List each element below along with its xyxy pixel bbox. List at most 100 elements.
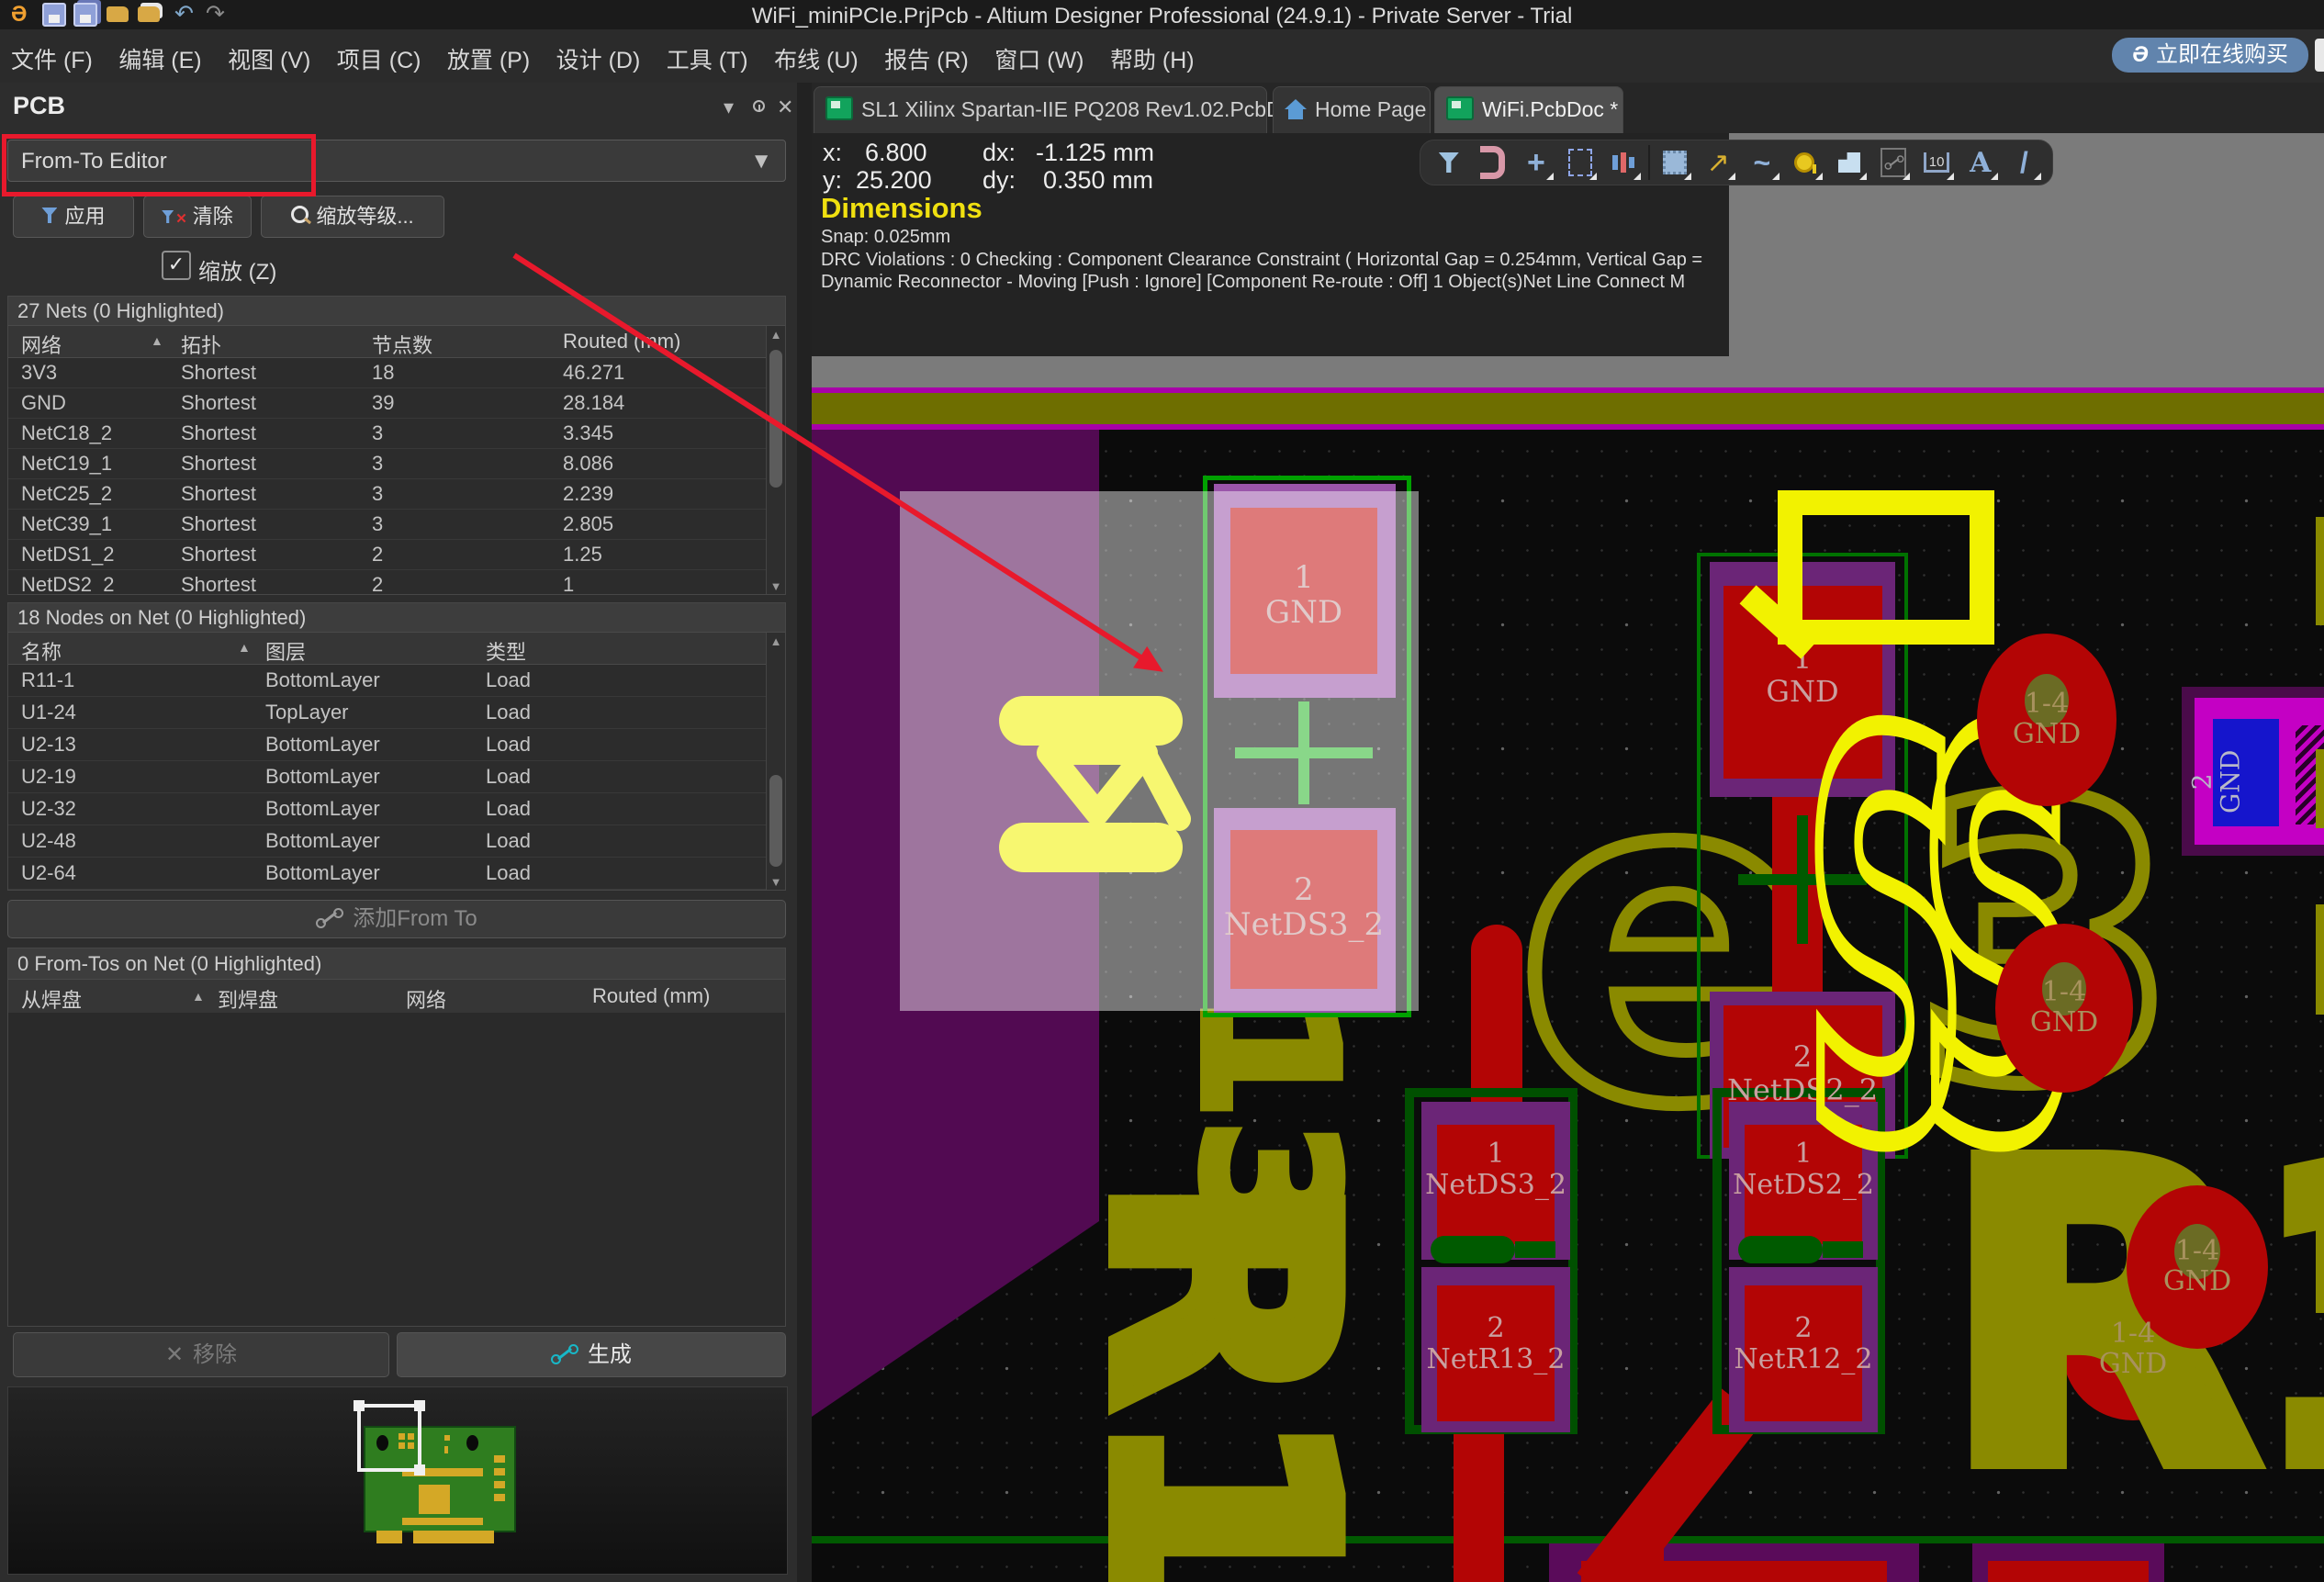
menu-design[interactable]: 设计 (D) xyxy=(556,42,641,75)
r13-pad1-label: 1NetDS3_2 xyxy=(1376,1139,1615,1200)
r13-body xyxy=(1431,1236,1515,1263)
route-tool-icon[interactable]: ↗ xyxy=(1699,143,1737,182)
net-row[interactable]: NetC39_1Shortest32.805 xyxy=(8,509,785,540)
nodes-table: 18 Nodes on Net (0 Highlighted) 名称 ▲ 图层 … xyxy=(7,602,786,891)
active-bar-toolbar: + ↗ ~ 10 A / xyxy=(1420,140,2053,185)
panel-dropdown-icon[interactable]: ▾ xyxy=(724,95,734,119)
col-net[interactable]: 网络 xyxy=(406,984,446,1014)
pcb-canvas[interactable]: 1GND 2NetDS3_2 1GND xyxy=(812,430,2324,1582)
menu-window[interactable]: 窗口 (W) xyxy=(994,42,1083,75)
drag-overlay xyxy=(900,491,1419,1011)
polygon-pour-icon[interactable] xyxy=(1830,143,1869,182)
fromto-tool-icon[interactable] xyxy=(1874,143,1913,182)
net-row[interactable]: NetC19_1Shortest38.086 xyxy=(8,448,785,479)
zoom-level-button[interactable]: 缩放等级... xyxy=(261,196,444,238)
generate-button[interactable]: 生成 xyxy=(397,1332,786,1377)
net-row[interactable]: GNDShortest3928.184 xyxy=(8,387,785,419)
menu-place[interactable]: 放置 (P) xyxy=(447,42,530,75)
node-row[interactable]: U2-19BottomLayerLoad xyxy=(8,760,785,793)
node-row[interactable]: U2-48BottomLayerLoad xyxy=(8,825,785,858)
select-area-icon[interactable] xyxy=(1561,143,1600,182)
copper-trace[interactable] xyxy=(1613,1532,1664,1582)
move-tool-icon[interactable]: + xyxy=(1517,143,1555,182)
dimension-tool-icon[interactable]: 10 xyxy=(1917,143,1956,182)
apply-button[interactable]: 应用 xyxy=(13,196,134,238)
node-row[interactable]: U1-24TopLayerLoad xyxy=(8,696,785,729)
node-row[interactable]: R11-1BottomLayerLoad xyxy=(8,664,785,697)
menu-tools[interactable]: 工具 (T) xyxy=(667,42,748,75)
filter-tool-icon[interactable] xyxy=(1430,143,1468,182)
silkscreen-edge-bar xyxy=(2316,517,2324,625)
menu-help[interactable]: 帮助 (H) xyxy=(1110,42,1195,75)
tab-wifi-pcbdoc-active[interactable]: WiFi.PcbDoc * xyxy=(1434,86,1623,133)
node-row[interactable]: U2-13BottomLayerLoad xyxy=(8,728,785,761)
r12-pad2-label: 2NetR12_2 xyxy=(1684,1313,1923,1374)
col-from-pad[interactable]: 从焊盘 xyxy=(21,984,82,1014)
text-tool-icon[interactable]: A xyxy=(1961,143,2000,182)
altium-designer-window: Ə ↶ ↷ WiFi_miniPCIe.PrjPcb - Altium Desi… xyxy=(0,0,2324,1582)
menu-project[interactable]: 项目 (C) xyxy=(337,42,421,75)
pcbdoc-icon xyxy=(825,96,853,120)
nets-table-title: 27 Nets (0 Highlighted) xyxy=(8,297,785,326)
node-row[interactable]: U2-64BottomLayerLoad xyxy=(8,857,785,890)
col-name[interactable]: 名称 xyxy=(21,636,62,666)
col-topology[interactable]: 拓扑 xyxy=(181,330,221,359)
generate-link-icon xyxy=(551,1344,578,1364)
fromtos-table: 0 From-Tos on Net (0 Highlighted) 从焊盘 ▲ … xyxy=(7,948,786,1327)
y-value: 25.200 xyxy=(856,166,932,195)
title-bar: Ə ↶ ↷ WiFi_miniPCIe.PrjPcb - Altium Desi… xyxy=(0,0,2324,29)
panel-splitter[interactable] xyxy=(797,83,812,1582)
dynamic-status: Dynamic Reconnector - Moving [Push : Ign… xyxy=(821,272,1685,293)
node-row[interactable]: U2-32BottomLayerLoad xyxy=(8,792,785,825)
tab-home-page[interactable]: Home Page xyxy=(1273,86,1431,133)
silkscreen-edge-bar xyxy=(2316,749,2324,828)
remove-button[interactable]: ✕移除 xyxy=(13,1332,389,1377)
menu-edit[interactable]: 编辑 (E) xyxy=(118,42,201,75)
via-tool-icon[interactable] xyxy=(1787,143,1825,182)
net-row[interactable]: 3V3Shortest1846.271 xyxy=(8,357,785,388)
x-label: x: xyxy=(823,139,842,167)
sort-asc-icon: ▲ xyxy=(238,640,251,655)
clear-button[interactable]: ✕清除 xyxy=(143,196,252,238)
add-fromto-button[interactable]: 添加From To xyxy=(7,900,786,938)
nodes-scrollbar[interactable]: ▲ ▼ xyxy=(766,633,785,891)
menu-route[interactable]: 布线 (U) xyxy=(774,42,859,75)
nets-scrollbar[interactable]: ▲ ▼ xyxy=(766,326,785,595)
net-row[interactable]: NetDS2_2Shortest21 xyxy=(8,569,785,595)
col-type[interactable]: 类型 xyxy=(486,636,526,666)
fromtos-table-title: 0 From-Tos on Net (0 Highlighted) xyxy=(8,948,785,980)
panel-title: PCB xyxy=(13,92,65,120)
zoom-checkbox[interactable]: ✓ xyxy=(162,251,191,280)
via-gnd-label: 1-4GND xyxy=(1927,689,2166,749)
col-to-pad[interactable]: 到焊盘 xyxy=(218,984,278,1014)
panel-pin-icon[interactable] xyxy=(753,94,765,118)
net-row[interactable]: NetDS1_2Shortest21.25 xyxy=(8,539,785,570)
toolbar-separator xyxy=(1648,145,1650,180)
r13-pad2-label: 2NetR13_2 xyxy=(1376,1313,1615,1374)
line-tool-icon[interactable]: / xyxy=(2005,143,2044,182)
via-gnd-label: 1-4GND xyxy=(2014,1318,2252,1379)
col-routed[interactable]: Routed (mm) xyxy=(592,984,710,1008)
snap-magnet-icon[interactable] xyxy=(1474,143,1512,182)
board-insight-icon[interactable] xyxy=(1604,143,1643,182)
buy-online-button[interactable]: Ə立即在线购买 xyxy=(2112,38,2308,73)
menu-bar: 文件 (F) 编辑 (E) 视图 (V) 项目 (C) 放置 (P) 设计 (D… xyxy=(0,29,2324,84)
tab-sl1-pcbdoc[interactable]: SL1 Xilinx Spartan-IIE PQ208 Rev1.02.Pcb… xyxy=(814,86,1267,133)
menu-file[interactable]: 文件 (F) xyxy=(11,42,93,75)
preview-viewport[interactable] xyxy=(357,1404,421,1472)
silkscreen-band xyxy=(812,393,2324,424)
col-net[interactable]: 网络 xyxy=(21,330,62,359)
board-preview xyxy=(7,1386,788,1575)
partial-button[interactable] xyxy=(2315,39,2324,72)
tune-meander-icon[interactable]: ~ xyxy=(1743,143,1781,182)
menu-reports[interactable]: 报告 (R) xyxy=(884,42,969,75)
panel-close-icon[interactable]: ✕ xyxy=(777,95,793,119)
via-gnd-label: 1-4GND xyxy=(1945,977,2184,1038)
component-tool-icon[interactable] xyxy=(1656,143,1694,182)
menu-view[interactable]: 视图 (V) xyxy=(228,42,310,75)
net-row[interactable]: NetC25_2Shortest32.239 xyxy=(8,478,785,510)
net-row[interactable]: NetC18_2Shortest33.345 xyxy=(8,418,785,449)
col-nodecount[interactable]: 节点数 xyxy=(372,330,432,359)
col-layer[interactable]: 图层 xyxy=(265,636,306,666)
pcbdoc-icon xyxy=(1446,96,1474,120)
